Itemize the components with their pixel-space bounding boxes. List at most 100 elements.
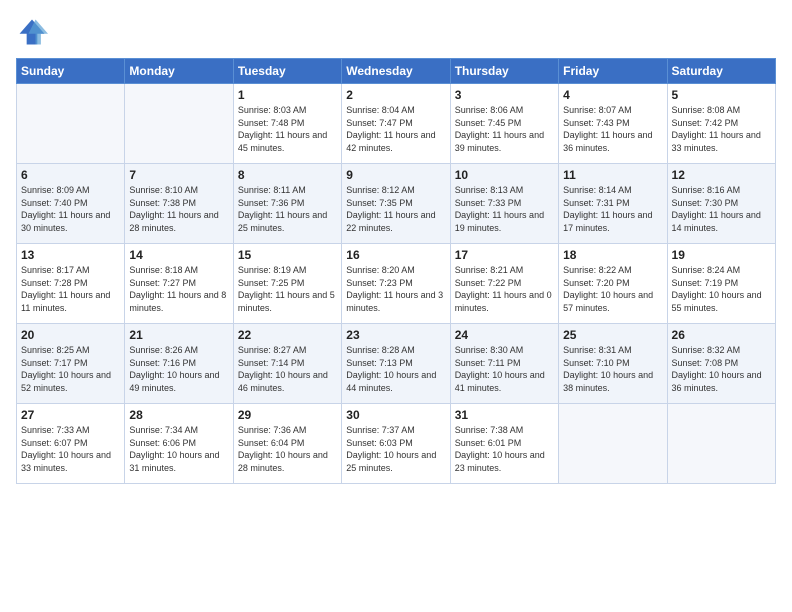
day-info: Sunrise: 8:31 AM Sunset: 7:10 PM Dayligh… (563, 344, 662, 394)
day-info: Sunrise: 8:27 AM Sunset: 7:14 PM Dayligh… (238, 344, 337, 394)
calendar-cell: 12 Sunrise: 8:16 AM Sunset: 7:30 PM Dayli… (667, 164, 775, 244)
day-info: Sunrise: 8:18 AM Sunset: 7:27 PM Dayligh… (129, 264, 228, 314)
calendar-cell (559, 404, 667, 484)
week-row-5: 27 Sunrise: 7:33 AM Sunset: 6:07 PM Dayli… (17, 404, 776, 484)
day-number: 25 (563, 328, 662, 342)
day-info: Sunrise: 7:38 AM Sunset: 6:01 PM Dayligh… (455, 424, 554, 474)
calendar-cell: 6 Sunrise: 8:09 AM Sunset: 7:40 PM Daylig… (17, 164, 125, 244)
day-number: 15 (238, 248, 337, 262)
day-info: Sunrise: 8:09 AM Sunset: 7:40 PM Dayligh… (21, 184, 120, 234)
calendar-cell (125, 84, 233, 164)
day-number: 14 (129, 248, 228, 262)
day-number: 3 (455, 88, 554, 102)
weekday-header-wednesday: Wednesday (342, 59, 450, 84)
day-info: Sunrise: 8:19 AM Sunset: 7:25 PM Dayligh… (238, 264, 337, 314)
calendar-cell: 16 Sunrise: 8:20 AM Sunset: 7:23 PM Dayli… (342, 244, 450, 324)
calendar-cell: 25 Sunrise: 8:31 AM Sunset: 7:10 PM Dayli… (559, 324, 667, 404)
day-info: Sunrise: 8:20 AM Sunset: 7:23 PM Dayligh… (346, 264, 445, 314)
calendar-cell: 29 Sunrise: 7:36 AM Sunset: 6:04 PM Dayli… (233, 404, 341, 484)
weekday-header-tuesday: Tuesday (233, 59, 341, 84)
calendar-cell: 5 Sunrise: 8:08 AM Sunset: 7:42 PM Daylig… (667, 84, 775, 164)
header (16, 16, 776, 48)
calendar-table: SundayMondayTuesdayWednesdayThursdayFrid… (16, 58, 776, 484)
day-info: Sunrise: 8:11 AM Sunset: 7:36 PM Dayligh… (238, 184, 337, 234)
day-number: 4 (563, 88, 662, 102)
weekday-header-saturday: Saturday (667, 59, 775, 84)
day-number: 26 (672, 328, 771, 342)
weekday-header-monday: Monday (125, 59, 233, 84)
day-info: Sunrise: 8:16 AM Sunset: 7:30 PM Dayligh… (672, 184, 771, 234)
day-number: 5 (672, 88, 771, 102)
calendar-cell: 9Sunrise: 8:12 AM Sunset: 7:35 PM Daylig… (342, 164, 450, 244)
day-info: Sunrise: 8:17 AM Sunset: 7:28 PM Dayligh… (21, 264, 120, 314)
day-number: 27 (21, 408, 120, 422)
week-row-2: 6 Sunrise: 8:09 AM Sunset: 7:40 PM Daylig… (17, 164, 776, 244)
calendar-cell: 23Sunrise: 8:28 AM Sunset: 7:13 PM Dayli… (342, 324, 450, 404)
calendar-cell: 15 Sunrise: 8:19 AM Sunset: 7:25 PM Dayli… (233, 244, 341, 324)
calendar-cell: 24 Sunrise: 8:30 AM Sunset: 7:11 PM Dayli… (450, 324, 558, 404)
day-info: Sunrise: 7:36 AM Sunset: 6:04 PM Dayligh… (238, 424, 337, 474)
weekday-header-thursday: Thursday (450, 59, 558, 84)
day-info: Sunrise: 8:22 AM Sunset: 7:20 PM Dayligh… (563, 264, 662, 314)
day-number: 20 (21, 328, 120, 342)
day-number: 31 (455, 408, 554, 422)
page: SundayMondayTuesdayWednesdayThursdayFrid… (0, 0, 792, 500)
day-info: Sunrise: 8:03 AM Sunset: 7:48 PM Dayligh… (238, 104, 337, 154)
day-number: 30 (346, 408, 445, 422)
day-number: 22 (238, 328, 337, 342)
day-info: Sunrise: 8:14 AM Sunset: 7:31 PM Dayligh… (563, 184, 662, 234)
day-info: Sunrise: 8:25 AM Sunset: 7:17 PM Dayligh… (21, 344, 120, 394)
calendar-cell: 11Sunrise: 8:14 AM Sunset: 7:31 PM Dayli… (559, 164, 667, 244)
calendar-cell: 28Sunrise: 7:34 AM Sunset: 6:06 PM Dayli… (125, 404, 233, 484)
day-info: Sunrise: 7:33 AM Sunset: 6:07 PM Dayligh… (21, 424, 120, 474)
day-info: Sunrise: 8:30 AM Sunset: 7:11 PM Dayligh… (455, 344, 554, 394)
calendar-cell: 8 Sunrise: 8:11 AM Sunset: 7:36 PM Daylig… (233, 164, 341, 244)
day-number: 23 (346, 328, 445, 342)
day-number: 29 (238, 408, 337, 422)
day-info: Sunrise: 8:07 AM Sunset: 7:43 PM Dayligh… (563, 104, 662, 154)
day-info: Sunrise: 8:24 AM Sunset: 7:19 PM Dayligh… (672, 264, 771, 314)
day-number: 1 (238, 88, 337, 102)
calendar-cell (667, 404, 775, 484)
calendar-cell: 2Sunrise: 8:04 AM Sunset: 7:47 PM Daylig… (342, 84, 450, 164)
day-info: Sunrise: 8:32 AM Sunset: 7:08 PM Dayligh… (672, 344, 771, 394)
day-number: 18 (563, 248, 662, 262)
day-info: Sunrise: 8:21 AM Sunset: 7:22 PM Dayligh… (455, 264, 554, 314)
calendar-cell (17, 84, 125, 164)
calendar-cell: 1 Sunrise: 8:03 AM Sunset: 7:48 PM Daylig… (233, 84, 341, 164)
day-number: 28 (129, 408, 228, 422)
day-number: 2 (346, 88, 445, 102)
day-number: 21 (129, 328, 228, 342)
calendar-cell: 17 Sunrise: 8:21 AM Sunset: 7:22 PM Dayli… (450, 244, 558, 324)
day-number: 17 (455, 248, 554, 262)
day-number: 13 (21, 248, 120, 262)
calendar-cell: 7Sunrise: 8:10 AM Sunset: 7:38 PM Daylig… (125, 164, 233, 244)
weekday-header-sunday: Sunday (17, 59, 125, 84)
day-number: 19 (672, 248, 771, 262)
calendar-cell: 30Sunrise: 7:37 AM Sunset: 6:03 PM Dayli… (342, 404, 450, 484)
calendar-cell: 19 Sunrise: 8:24 AM Sunset: 7:19 PM Dayli… (667, 244, 775, 324)
day-info: Sunrise: 8:26 AM Sunset: 7:16 PM Dayligh… (129, 344, 228, 394)
calendar-cell: 3 Sunrise: 8:06 AM Sunset: 7:45 PM Daylig… (450, 84, 558, 164)
day-number: 7 (129, 168, 228, 182)
day-number: 12 (672, 168, 771, 182)
day-number: 6 (21, 168, 120, 182)
day-info: Sunrise: 8:13 AM Sunset: 7:33 PM Dayligh… (455, 184, 554, 234)
day-info: Sunrise: 8:08 AM Sunset: 7:42 PM Dayligh… (672, 104, 771, 154)
day-number: 24 (455, 328, 554, 342)
week-row-1: 1 Sunrise: 8:03 AM Sunset: 7:48 PM Daylig… (17, 84, 776, 164)
day-info: Sunrise: 8:06 AM Sunset: 7:45 PM Dayligh… (455, 104, 554, 154)
day-number: 8 (238, 168, 337, 182)
logo-icon (16, 16, 48, 48)
week-row-3: 13 Sunrise: 8:17 AM Sunset: 7:28 PM Dayli… (17, 244, 776, 324)
logo (16, 16, 52, 48)
day-number: 16 (346, 248, 445, 262)
calendar-cell: 21 Sunrise: 8:26 AM Sunset: 7:16 PM Dayli… (125, 324, 233, 404)
calendar-cell: 31 Sunrise: 7:38 AM Sunset: 6:01 PM Dayli… (450, 404, 558, 484)
weekday-header-row: SundayMondayTuesdayWednesdayThursdayFrid… (17, 59, 776, 84)
calendar-cell: 4 Sunrise: 8:07 AM Sunset: 7:43 PM Daylig… (559, 84, 667, 164)
weekday-header-friday: Friday (559, 59, 667, 84)
calendar-cell: 14 Sunrise: 8:18 AM Sunset: 7:27 PM Dayli… (125, 244, 233, 324)
calendar-cell: 26 Sunrise: 8:32 AM Sunset: 7:08 PM Dayli… (667, 324, 775, 404)
day-number: 10 (455, 168, 554, 182)
